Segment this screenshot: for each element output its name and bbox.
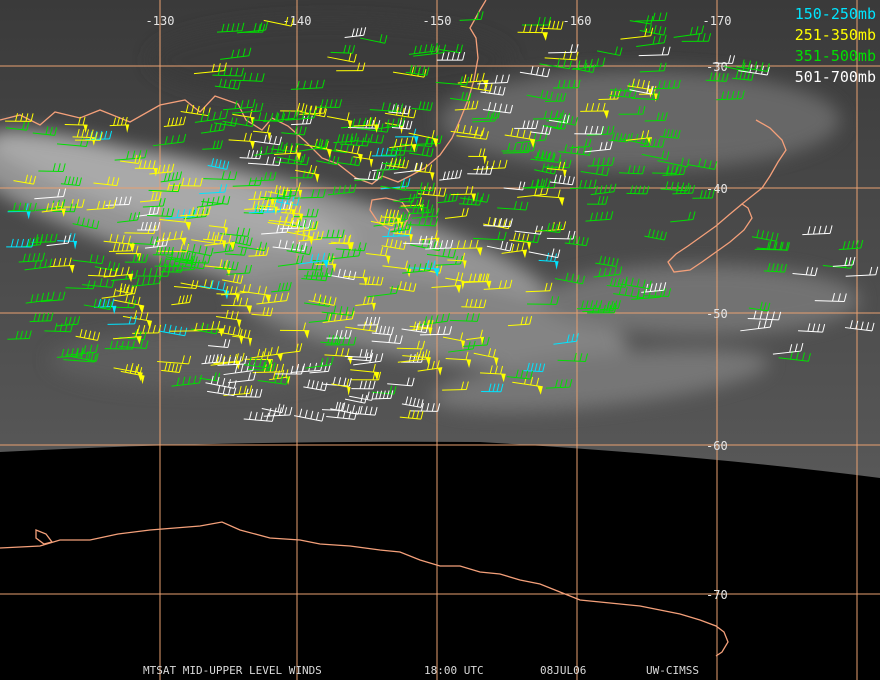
lon-label-150: -150 [423, 14, 452, 28]
legend-item-150-250: 150-250mb [794, 5, 876, 23]
legend-item-351-500: 351-500mb [794, 47, 876, 65]
data-source: UW-CIMSS [646, 664, 699, 677]
lon-label-130: -130 [146, 14, 175, 28]
caption-bar: MTSAT MID-UPPER LEVEL WINDS 18:00 UTC 08… [0, 664, 880, 678]
pressure-level-legend: 150-250mb 251-350mb 351-500mb 501-700mb [795, 4, 876, 88]
legend-item-251-350: 251-350mb [794, 26, 876, 44]
legend-item-501-700: 501-700mb [794, 68, 876, 86]
product-title: MTSAT MID-UPPER LEVEL WINDS [143, 664, 322, 677]
lat-label-70: -70 [706, 588, 728, 602]
lat-label-60: -60 [706, 439, 728, 453]
lon-label-160: -160 [563, 14, 592, 28]
lon-label-170: -170 [703, 14, 732, 28]
lat-label-50: -50 [706, 307, 728, 321]
antarctica-coastline [0, 521, 729, 657]
observation-time: 18:00 UTC [424, 664, 484, 677]
satellite-wind-map: -130 -140 -150 -160 -170 -30 -40 -50 -60… [0, 0, 880, 680]
observation-date: 08JUL06 [540, 664, 587, 677]
